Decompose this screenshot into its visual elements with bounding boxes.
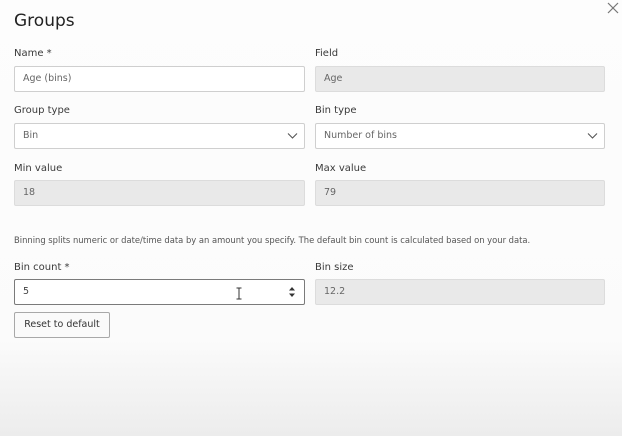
bin-count-value: 5 (23, 286, 30, 297)
close-icon[interactable] (606, 1, 620, 15)
group-type-label: Group type (14, 105, 70, 116)
bin-type-selected-value: Number of bins (324, 130, 397, 141)
reset-to-default-button[interactable]: Reset to default (14, 312, 110, 338)
max-value-readonly: 79 (315, 180, 605, 206)
bin-type-select[interactable]: Number of bins (315, 123, 605, 149)
min-value-label: Min value (14, 163, 63, 174)
field-label: Field (315, 48, 339, 59)
text-cursor-icon (236, 287, 242, 300)
spinner-arrows-icon[interactable] (288, 286, 296, 298)
max-value-label: Max value (315, 163, 367, 174)
groups-dialog: Groups Name * Age (bins) Field Age Group… (0, 0, 622, 436)
group-type-select[interactable]: Bin (14, 123, 305, 149)
bin-count-stepper[interactable]: 5 (14, 279, 305, 305)
dialog-title: Groups (14, 11, 75, 31)
chevron-down-icon (287, 133, 298, 139)
field-readonly-value: Age (315, 66, 605, 92)
bin-size-readonly: 12.2 (315, 279, 605, 305)
chevron-down-icon (587, 133, 598, 139)
bin-type-label: Bin type (315, 105, 357, 116)
binning-help-text: Binning splits numeric or date/time data… (14, 235, 531, 245)
name-label: Name * (14, 48, 52, 59)
group-type-selected-value: Bin (23, 130, 39, 141)
min-value-readonly: 18 (14, 180, 305, 206)
bin-size-label: Bin size (315, 262, 354, 273)
name-input[interactable]: Age (bins) (14, 66, 305, 92)
bin-count-label: Bin count * (14, 262, 70, 273)
